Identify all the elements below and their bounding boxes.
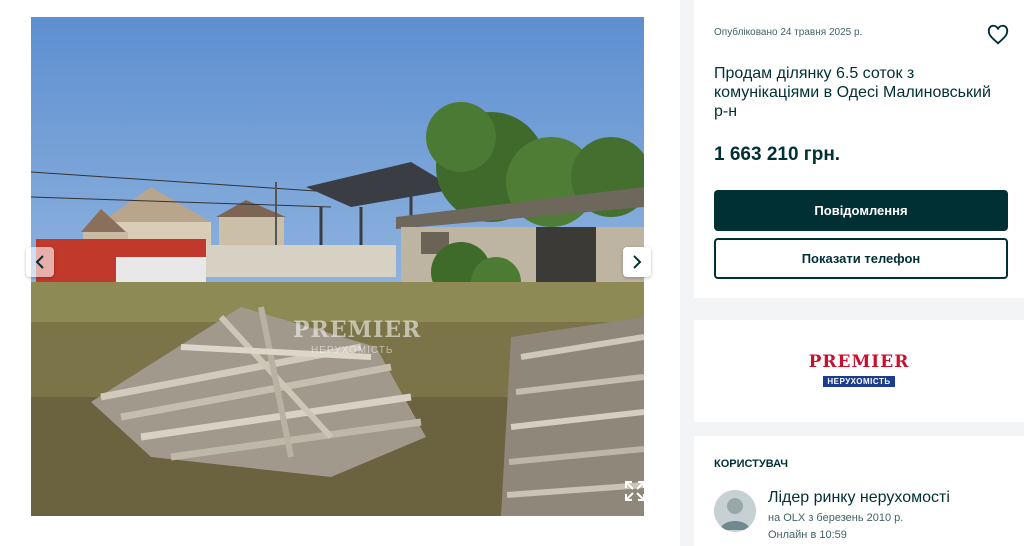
listing-photo[interactable]: PREMIER НЕРУХОМІСТЬ [31, 17, 644, 516]
user-name[interactable]: Лідер ринку нерухомості [768, 489, 950, 507]
photo-watermark: PREMIER [293, 317, 422, 343]
seller-logo[interactable]: PREMIER НЕРУХОМІСТЬ [809, 353, 910, 389]
seller-logo-card[interactable]: PREMIER НЕРУХОМІСТЬ [694, 320, 1024, 422]
seller-logo-tagline: НЕРУХОМІСТЬ [823, 376, 895, 387]
expand-icon [625, 481, 645, 501]
avatar[interactable] [714, 490, 756, 532]
heart-icon [987, 24, 1009, 45]
show-phone-button[interactable]: Показати телефон [714, 238, 1008, 279]
user-online-status: Онлайн в 10:59 [768, 529, 847, 541]
favorite-button[interactable] [987, 24, 1009, 46]
user-card: Користувач Лідер ринку нерухомості на OL… [694, 436, 1024, 546]
message-button[interactable]: Повідомлення [714, 190, 1008, 231]
chevron-left-icon [35, 255, 44, 269]
photo-watermark-subtitle: НЕРУХОМІСТЬ [311, 345, 394, 356]
user-avatar-icon [714, 490, 756, 532]
posted-date: Опубліковано 24 травня 2025 р. [714, 27, 863, 38]
gallery-prev-button[interactable] [26, 247, 54, 277]
user-section-header: Користувач [714, 458, 788, 470]
listing-photo-illustration [31, 17, 644, 516]
listing-summary-card: Опубліковано 24 травня 2025 р. Продам ді… [694, 0, 1024, 298]
fullscreen-button[interactable] [622, 478, 648, 504]
listing-title: Продам ділянку 6.5 соток з комунікаціями… [714, 65, 991, 120]
chevron-right-icon [633, 255, 642, 269]
gallery-next-button[interactable] [623, 247, 651, 277]
seller-logo-name: PREMIER [808, 352, 910, 372]
image-gallery: PREMIER НЕРУХОМІСТЬ [0, 0, 680, 546]
listing-price: 1 663 210 грн. [714, 144, 841, 165]
user-member-since: на OLX з березень 2010 р. [768, 512, 904, 524]
